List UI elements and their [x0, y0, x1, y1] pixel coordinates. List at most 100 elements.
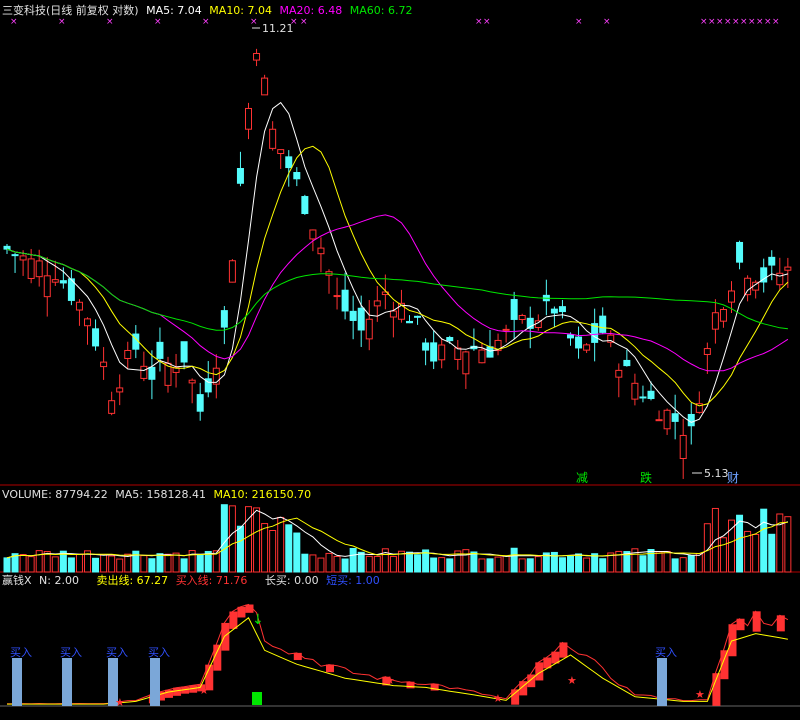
volume-bar — [389, 555, 397, 573]
volume-bar — [414, 554, 422, 573]
volume-bar — [156, 553, 164, 573]
ma60-value: MA60: 6.72 — [349, 4, 413, 17]
candle-body — [349, 310, 357, 321]
volume-bar — [357, 551, 365, 573]
top-marker: × — [154, 17, 162, 27]
candle-body — [59, 280, 67, 284]
volume-bar — [285, 524, 293, 573]
top-marker: × — [603, 17, 611, 27]
sell-line — [7, 617, 788, 705]
top-marker: × — [106, 17, 114, 27]
candle-body — [615, 369, 623, 378]
tag-cai: 财 — [727, 471, 739, 485]
candle-body — [567, 334, 574, 339]
volume-bar — [534, 556, 542, 573]
candle-body — [639, 396, 647, 399]
ma10-value: MA10: 7.04 — [209, 4, 273, 17]
volume-bar — [35, 550, 43, 573]
top-marker: × — [740, 17, 748, 27]
volume-bar — [333, 555, 341, 573]
candle-body — [462, 351, 470, 375]
candle-body — [253, 52, 261, 61]
candle-body — [784, 266, 792, 271]
stock-title: 三变科技(日线 前复权 对数) — [2, 4, 139, 17]
top-marker: × — [575, 17, 583, 27]
volume-bar — [494, 556, 502, 573]
ma5-line — [6, 101, 789, 423]
volume-bar — [671, 558, 679, 573]
top-marker: × — [202, 17, 210, 27]
top-marker: × — [58, 17, 66, 27]
volume-bar — [67, 557, 75, 573]
candle-body — [687, 413, 695, 427]
candle-body — [333, 295, 341, 298]
sell-signal-block — [252, 692, 262, 705]
candle-body — [228, 260, 236, 283]
candle-body — [269, 128, 277, 149]
sell-line-value: 卖出线: 67.27 — [96, 574, 169, 587]
candle-body — [438, 344, 446, 361]
top-marker: × — [475, 17, 483, 27]
candle-body — [317, 247, 325, 255]
volume-bar — [438, 557, 446, 573]
chart-stage: 11.21 5.13 减跌财 × × × × × × × × × × × × × × × × × × × × × × 买入 买入 买入… — [0, 0, 800, 720]
ma20-value: MA20: 6.48 — [279, 4, 343, 17]
volume-bar — [172, 552, 180, 573]
volume-bar — [228, 505, 236, 573]
volume-bar — [518, 558, 526, 573]
volume-bar — [100, 554, 108, 573]
candle-body — [27, 258, 35, 279]
top-marker: × — [724, 17, 732, 27]
top-marker: × — [756, 17, 764, 27]
candle-body — [406, 320, 413, 324]
candle-body — [35, 260, 43, 278]
volume-bar — [180, 558, 188, 573]
candle-body — [389, 310, 397, 318]
star-marker: ★ — [385, 674, 395, 687]
buy-signal-label: 买入 — [60, 646, 82, 659]
tag-jian: 减 — [576, 471, 588, 485]
volume-bar — [478, 558, 486, 573]
chart-canvas: 11.215.13减跌财× × × × × × × × × × × × × × × × × × × × × ×买入 买入 买入… — [0, 17, 800, 709]
candle-body — [180, 341, 188, 363]
volume-bar — [301, 553, 309, 573]
volume-bar — [687, 555, 695, 573]
candle-body — [116, 387, 124, 393]
top-marker: × — [732, 17, 740, 27]
candle-body — [285, 156, 293, 169]
candle-body — [679, 434, 687, 460]
candle-body — [454, 347, 462, 360]
candle-body — [414, 315, 422, 318]
candle-body — [510, 299, 518, 320]
volume-bar — [75, 553, 83, 573]
buy-signal-bar — [657, 658, 667, 706]
volume-bar — [430, 557, 438, 573]
candle-body — [100, 361, 108, 368]
star-marker: ★ — [199, 684, 209, 697]
candle-body — [671, 413, 679, 422]
volume-bar — [784, 516, 792, 573]
star-marker: ★ — [567, 674, 577, 687]
candle-body — [188, 379, 196, 384]
volume-bar — [719, 537, 727, 573]
candle-body — [84, 318, 91, 327]
candle-body — [245, 107, 252, 130]
candle-body — [148, 366, 156, 380]
short-buy-value: 短买: 1.00 — [326, 574, 380, 587]
volume-bar — [502, 555, 510, 573]
volume-bar — [728, 519, 735, 573]
volume-bar — [261, 523, 269, 573]
candle-body — [309, 229, 317, 240]
volume-bar — [164, 553, 172, 573]
volume-bar — [599, 558, 607, 573]
candle-body — [776, 272, 784, 286]
star-marker: ★ — [695, 688, 705, 701]
candle-body — [341, 289, 349, 312]
candle-body — [736, 241, 744, 263]
volume-bar — [116, 558, 124, 573]
candle-body — [196, 394, 204, 412]
volume-bar — [639, 555, 647, 573]
volume-bar — [462, 549, 470, 573]
ma5-value: MA5: 7.04 — [146, 4, 202, 17]
candle-body — [357, 307, 365, 331]
